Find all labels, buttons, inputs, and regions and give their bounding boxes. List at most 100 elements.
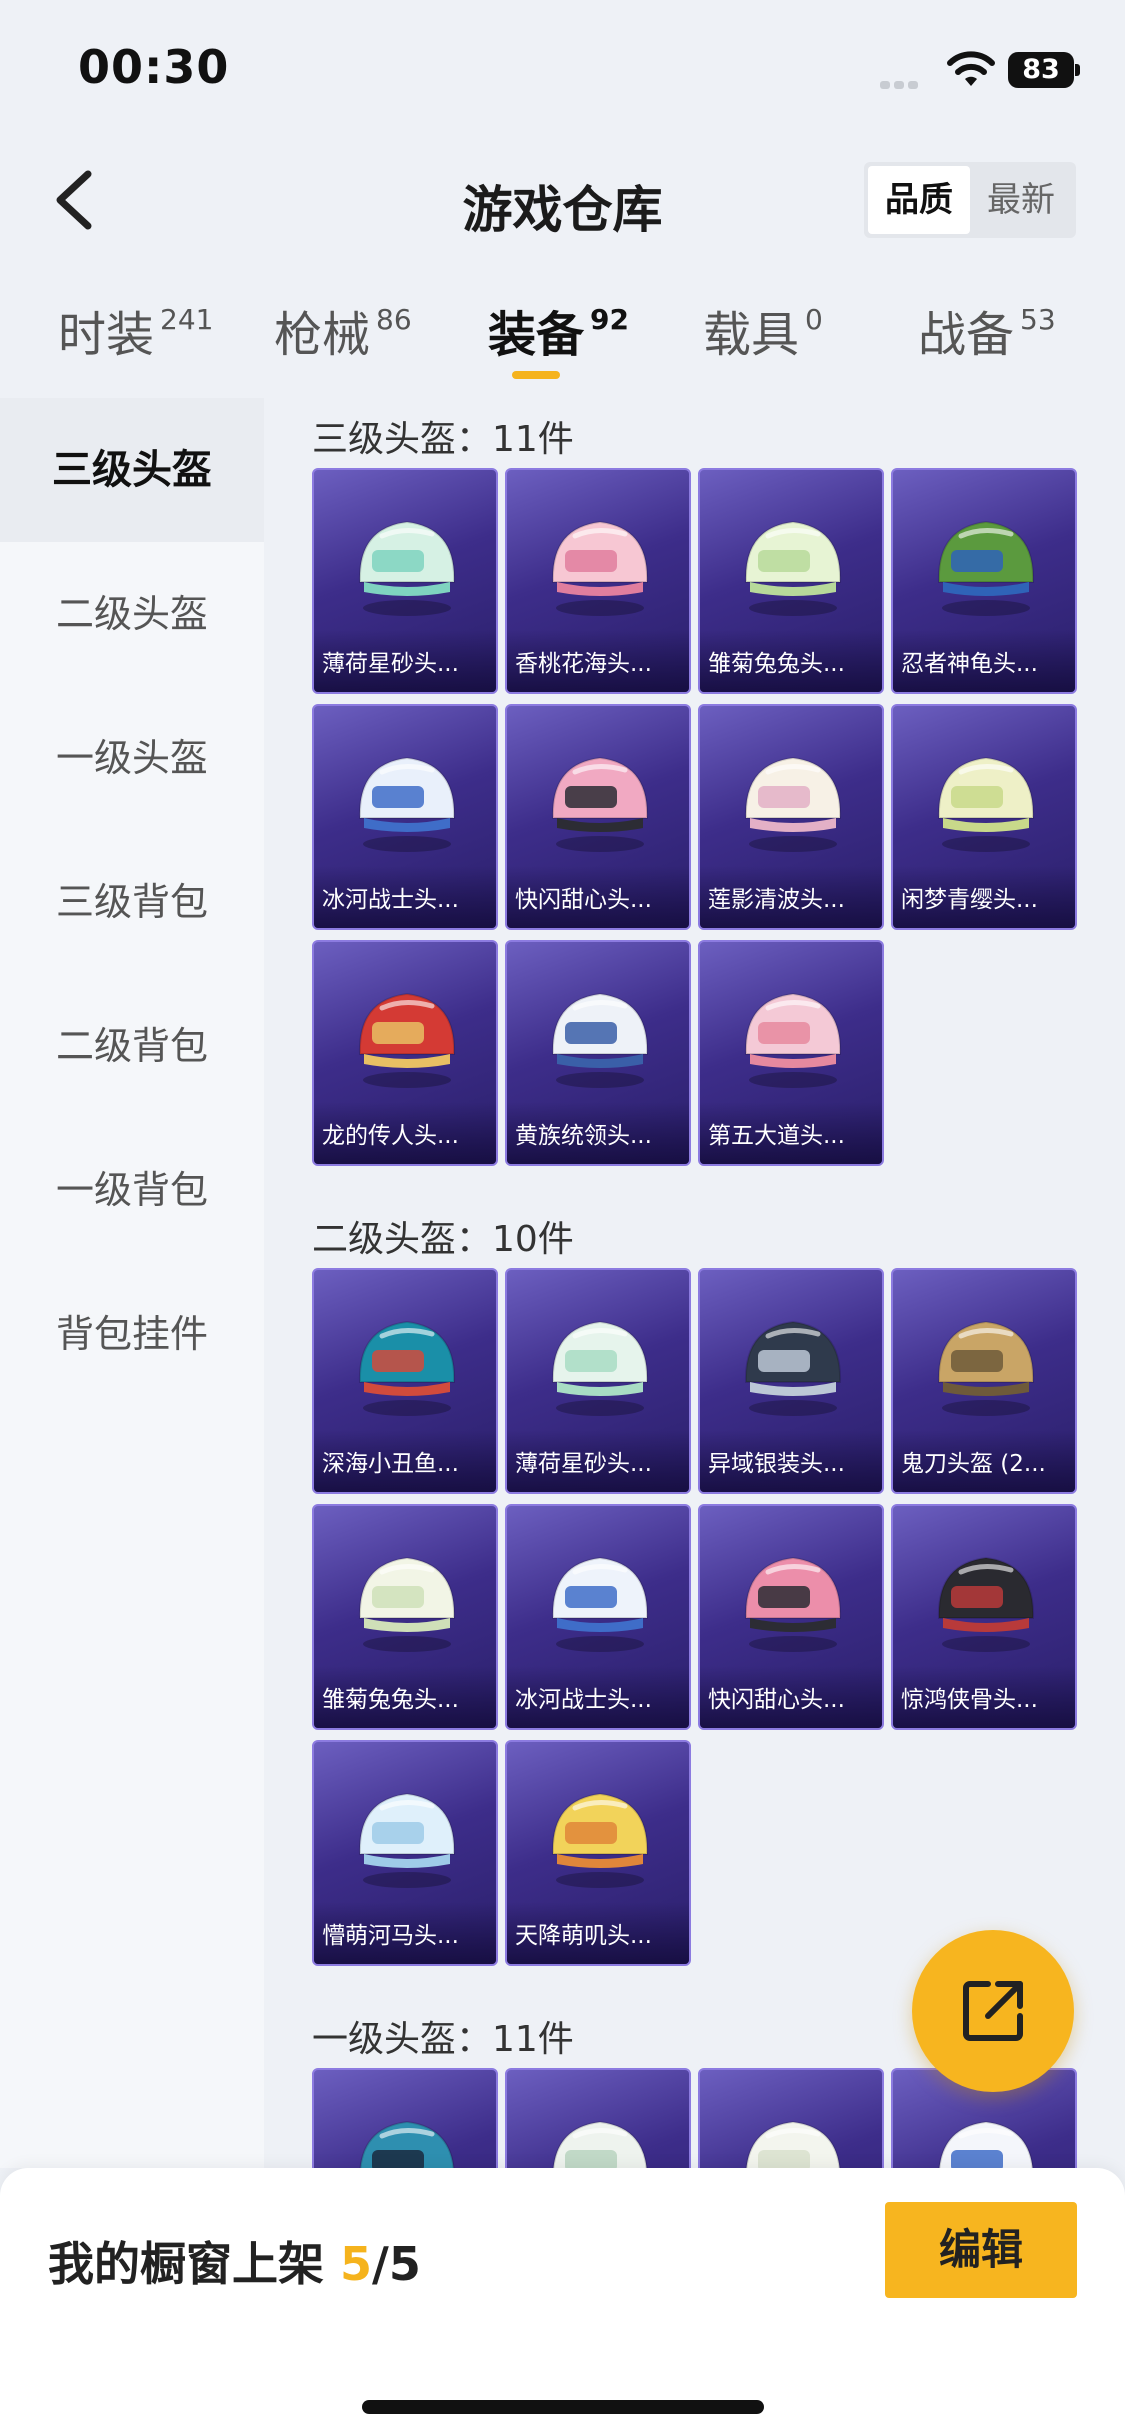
helmet-item-card[interactable]: 雏菊兔兔头... xyxy=(312,1504,498,1730)
tab-supplies[interactable]: 战备 53 xyxy=(918,295,1056,365)
home-indicator xyxy=(362,2400,764,2414)
helmet-icon xyxy=(744,992,842,1088)
helmet-item-card[interactable] xyxy=(505,2068,691,2168)
tab-firearms[interactable]: 枪械 86 xyxy=(274,295,412,365)
battery-level: 83 xyxy=(1008,52,1074,88)
helmet-icon xyxy=(551,520,649,616)
item-name: 雏菊兔兔头... xyxy=(322,1687,459,1713)
helmet-icon xyxy=(551,756,649,852)
helmet-item-card[interactable]: 忍者神龟头... xyxy=(891,468,1077,694)
helmet-icon xyxy=(744,520,842,616)
tab-count: 92 xyxy=(590,303,629,336)
item-name: 快闪甜心头... xyxy=(515,887,652,913)
helmet-icon xyxy=(937,1320,1035,1416)
helmet-item-card[interactable] xyxy=(312,2068,498,2168)
item-name: 香桃花海头... xyxy=(515,651,652,677)
tab-count: 53 xyxy=(1020,303,1056,336)
helmet-item-card[interactable]: 快闪甜心头... xyxy=(698,1504,884,1730)
helmet-icon xyxy=(358,520,456,616)
helmet-item-card[interactable]: 惊鸿侠骨头... xyxy=(891,1504,1077,1730)
helmet-icon xyxy=(744,1556,842,1652)
item-name: 快闪甜心头... xyxy=(708,1687,845,1713)
item-name: 雏菊兔兔头... xyxy=(708,651,845,677)
section-title: 二级头盔：10件 xyxy=(312,1219,574,1260)
helmet-item-card[interactable]: 快闪甜心头... xyxy=(505,704,691,930)
helmet-icon xyxy=(358,1792,456,1888)
helmet-icon xyxy=(937,520,1035,616)
tab-vehicles[interactable]: 载具 0 xyxy=(703,295,823,365)
sidebar-item-level3-backpack[interactable]: 三级背包 xyxy=(0,830,264,974)
tab-count: 0 xyxy=(805,303,823,336)
helmet-item-card[interactable]: 懵萌河马头... xyxy=(312,1740,498,1966)
item-name: 鬼刀头盔 (2... xyxy=(901,1451,1046,1477)
helmet-icon xyxy=(358,1556,456,1652)
helmet-icon xyxy=(937,1556,1035,1652)
battery-icon: 83 xyxy=(1008,52,1080,88)
item-name: 黄族统领头... xyxy=(515,1123,652,1149)
sidebar-item-level1-helmet[interactable]: 一级头盔 xyxy=(0,686,264,830)
sort-option-newest[interactable]: 最新 xyxy=(970,166,1072,234)
showcase-bar: 我的橱窗上架 5/5 编辑 xyxy=(0,2168,1125,2436)
helmet-item-card[interactable] xyxy=(698,2068,884,2168)
helmet-item-card[interactable]: 黄族统领头... xyxy=(505,940,691,1166)
helmet-icon xyxy=(358,992,456,1088)
page-header: 游戏仓库 品质 最新 xyxy=(0,140,1125,260)
helmet-item-card[interactable]: 香桃花海头... xyxy=(505,468,691,694)
sidebar-item-level1-backpack[interactable]: 一级背包 xyxy=(0,1118,264,1262)
helmet-item-card[interactable]: 龙的传人头... xyxy=(312,940,498,1166)
sort-toggle[interactable]: 品质 最新 xyxy=(864,162,1076,238)
item-name: 薄荷星砂头... xyxy=(322,651,459,677)
tab-count: 86 xyxy=(376,303,412,336)
category-tabs: 时装 241 枪械 86 装备 92 载具 0 战备 53 xyxy=(0,285,1125,395)
helmet-item-card[interactable]: 异域银装头... xyxy=(698,1268,884,1494)
item-name: 懵萌河马头... xyxy=(322,1923,459,1949)
active-tab-indicator xyxy=(512,371,560,379)
item-name: 龙的传人头... xyxy=(322,1123,459,1149)
helmet-item-card[interactable]: 雏菊兔兔头... xyxy=(698,468,884,694)
item-name: 冰河战士头... xyxy=(322,887,459,913)
sidebar-item-level2-backpack[interactable]: 二级背包 xyxy=(0,974,264,1118)
helmet-item-card[interactable]: 鬼刀头盔 (2... xyxy=(891,1268,1077,1494)
helmet-icon xyxy=(744,1320,842,1416)
item-name: 天降萌叽头... xyxy=(515,1923,652,1949)
helmet-icon xyxy=(937,756,1035,852)
helmet-item-card[interactable]: 冰河战士头... xyxy=(312,704,498,930)
item-name: 薄荷星砂头... xyxy=(515,1451,652,1477)
helmet-icon xyxy=(938,2120,1034,2168)
helmet-item-card[interactable]: 莲影清波头... xyxy=(698,704,884,930)
helmet-item-card[interactable]: 深海小丑鱼... xyxy=(312,1268,498,1494)
sidebar-item-level3-helmet[interactable]: 三级头盔 xyxy=(0,398,264,542)
showcase-count: 5 xyxy=(340,2237,373,2291)
tab-equipment[interactable]: 装备 92 xyxy=(488,295,629,365)
item-name: 莲影清波头... xyxy=(708,887,845,913)
status-bar: 00:30 83 xyxy=(0,0,1125,140)
signal-icon xyxy=(880,74,936,89)
tab-fashion[interactable]: 时装 241 xyxy=(58,295,213,365)
sort-option-quality[interactable]: 品质 xyxy=(868,166,970,234)
helmet-item-card[interactable]: 薄荷星砂头... xyxy=(312,468,498,694)
item-name: 深海小丑鱼... xyxy=(322,1451,459,1477)
item-name: 惊鸿侠骨头... xyxy=(901,1687,1038,1713)
section-title: 一级头盔：11件 xyxy=(312,2019,574,2060)
item-name: 冰河战士头... xyxy=(515,1687,652,1713)
share-icon xyxy=(963,1981,1023,2041)
helmet-icon xyxy=(551,992,649,1088)
showcase-status: 我的橱窗上架 5/5 xyxy=(48,2237,421,2291)
item-name: 异域银装头... xyxy=(708,1451,845,1477)
tab-count: 241 xyxy=(160,303,214,336)
helmet-item-card[interactable]: 冰河战士头... xyxy=(505,1504,691,1730)
section-title: 三级头盔：11件 xyxy=(312,419,574,460)
helmet-item-card[interactable]: 薄荷星砂头... xyxy=(505,1268,691,1494)
sidebar-item-level2-helmet[interactable]: 二级头盔 xyxy=(0,542,264,686)
helmet-icon xyxy=(359,2120,455,2168)
item-name: 闲梦青缨头... xyxy=(901,887,1038,913)
edit-button[interactable]: 编辑 xyxy=(885,2202,1077,2298)
helmet-icon xyxy=(551,1556,649,1652)
helmet-icon xyxy=(358,1320,456,1416)
helmet-item-card[interactable]: 闲梦青缨头... xyxy=(891,704,1077,930)
sidebar-item-backpack-charm[interactable]: 背包挂件 xyxy=(0,1262,264,1406)
helmet-icon xyxy=(358,756,456,852)
helmet-item-card[interactable]: 天降萌叽头... xyxy=(505,1740,691,1966)
share-button[interactable] xyxy=(912,1930,1074,2092)
helmet-item-card[interactable]: 第五大道头... xyxy=(698,940,884,1166)
